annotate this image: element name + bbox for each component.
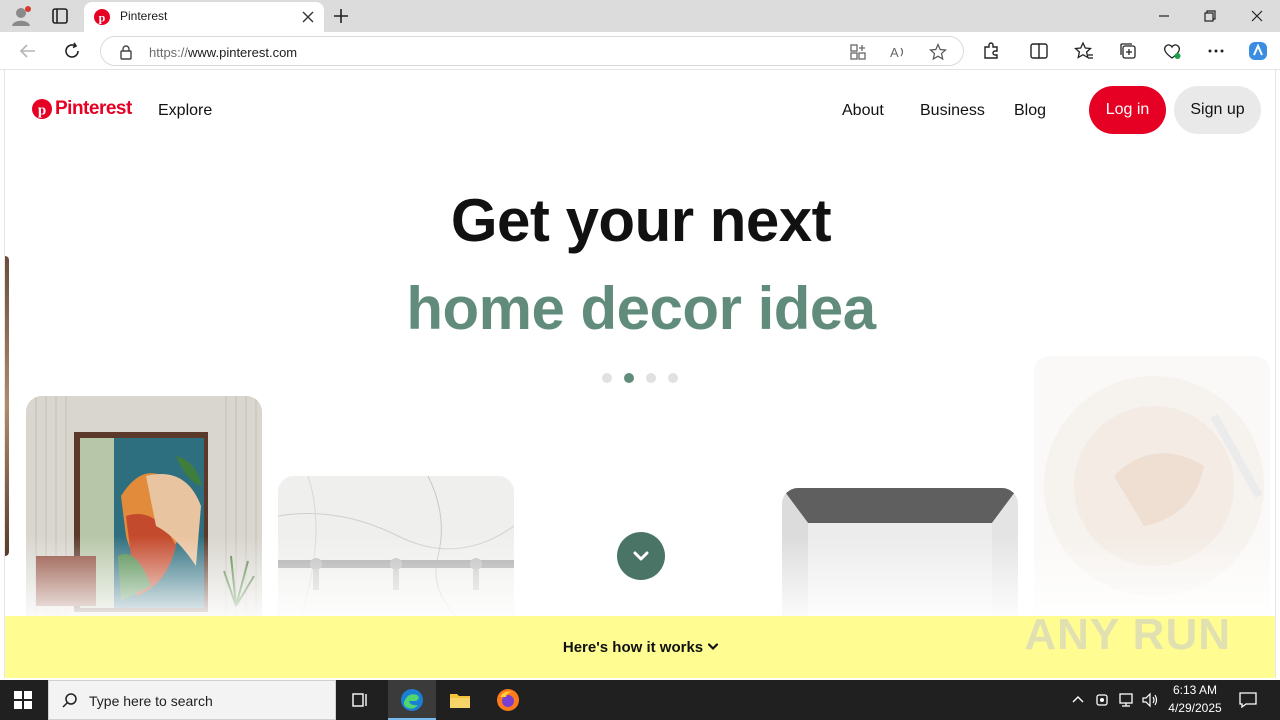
card-fade bbox=[782, 536, 1018, 626]
hero-headline: Get your next bbox=[450, 187, 832, 254]
more-menu-icon[interactable] bbox=[1206, 41, 1226, 61]
tab-actions-icon[interactable] bbox=[50, 7, 70, 25]
search-icon bbox=[62, 693, 77, 708]
notifications-icon[interactable] bbox=[1238, 690, 1258, 710]
extensions-icon[interactable] bbox=[981, 41, 1001, 61]
pin-card-shelf[interactable] bbox=[782, 488, 1018, 626]
network-icon[interactable] bbox=[1118, 691, 1136, 709]
signup-button[interactable]: Sign up bbox=[1174, 86, 1261, 134]
taskbar-edge-active[interactable] bbox=[388, 680, 436, 720]
close-tab-icon[interactable] bbox=[302, 11, 314, 23]
url-text[interactable]: https://www.pinterest.com bbox=[149, 45, 297, 60]
browser-tab-strip: p Pinterest bbox=[0, 0, 1280, 32]
address-bar[interactable]: https://www.pinterest.com A bbox=[100, 36, 964, 66]
edge-pin-image bbox=[5, 256, 9, 556]
firefox-icon[interactable] bbox=[496, 688, 520, 712]
windows-taskbar: Type here to search 6:13 AM 4/29/2025 bbox=[0, 680, 1280, 720]
windows-start-icon[interactable] bbox=[14, 691, 32, 709]
favorites-icon[interactable] bbox=[1074, 41, 1094, 61]
svg-text:p: p bbox=[38, 103, 46, 119]
chevron-down-icon bbox=[708, 643, 719, 651]
refresh-icon[interactable] bbox=[62, 41, 82, 61]
pinterest-logo[interactable]: p Pinterest bbox=[32, 98, 132, 120]
back-icon[interactable] bbox=[18, 41, 38, 61]
nav-business[interactable]: Business bbox=[920, 102, 985, 120]
url-prefix: https:// bbox=[149, 45, 189, 60]
carousel-dot-3[interactable] bbox=[646, 373, 656, 383]
meet-now-icon[interactable] bbox=[1095, 691, 1111, 709]
browser-toolbar: https://www.pinterest.com A bbox=[0, 32, 1280, 70]
carousel-dot-2[interactable] bbox=[624, 373, 634, 383]
svg-text:A: A bbox=[890, 45, 899, 60]
nav-blog[interactable]: Blog bbox=[1014, 102, 1046, 120]
new-tab-icon[interactable] bbox=[332, 7, 350, 25]
profile-icon[interactable] bbox=[10, 5, 32, 27]
minimize-icon[interactable] bbox=[1154, 6, 1174, 26]
anyrun-watermark: ANY RUN bbox=[1024, 610, 1231, 659]
login-button[interactable]: Log in bbox=[1089, 86, 1166, 134]
split-screen-icon[interactable] bbox=[1029, 41, 1049, 61]
taskbar-search[interactable]: Type here to search bbox=[48, 680, 336, 720]
app-available-icon[interactable] bbox=[849, 43, 867, 61]
card-fade bbox=[26, 536, 262, 626]
restore-icon[interactable] bbox=[1200, 6, 1220, 26]
browser-essentials-icon[interactable] bbox=[1162, 41, 1182, 61]
pin-card-art-wall[interactable] bbox=[26, 396, 262, 626]
scroll-down-button[interactable] bbox=[617, 532, 665, 580]
carousel-dot-4[interactable] bbox=[668, 373, 678, 383]
collections-icon[interactable] bbox=[1118, 41, 1138, 61]
volume-icon[interactable] bbox=[1141, 691, 1159, 709]
logo-text: Pinterest bbox=[55, 98, 132, 119]
read-aloud-icon[interactable]: A bbox=[889, 43, 907, 61]
clock-date[interactable]: 4/29/2025 bbox=[1160, 701, 1230, 715]
pinterest-logo-icon: p bbox=[32, 99, 52, 119]
close-window-icon[interactable] bbox=[1247, 6, 1267, 26]
svg-text:p: p bbox=[99, 11, 106, 25]
nav-about[interactable]: About bbox=[842, 102, 884, 120]
url-host: www.pinterest.com bbox=[188, 45, 298, 60]
copilot-icon[interactable] bbox=[1247, 40, 1269, 62]
clock-time[interactable]: 6:13 AM bbox=[1160, 683, 1230, 697]
page-viewport: p Pinterest Explore About Business Blog … bbox=[4, 70, 1276, 678]
lock-icon[interactable] bbox=[119, 44, 133, 60]
how-it-works-label: Here's how it works bbox=[562, 638, 704, 656]
edge-browser-icon bbox=[401, 689, 423, 711]
favorite-star-icon[interactable] bbox=[929, 43, 947, 61]
chevron-down-icon bbox=[633, 551, 649, 561]
carousel-dot-1[interactable] bbox=[602, 373, 612, 383]
pinterest-favicon-icon: p bbox=[94, 9, 110, 25]
nav-explore[interactable]: Explore bbox=[158, 102, 212, 120]
search-placeholder: Type here to search bbox=[89, 693, 213, 709]
tab-pinterest[interactable]: p Pinterest bbox=[84, 2, 324, 32]
carousel-dots bbox=[602, 373, 678, 383]
hero-subline: home decor idea bbox=[406, 275, 876, 342]
chevron-up-icon[interactable] bbox=[1071, 693, 1085, 707]
pin-card-marble[interactable] bbox=[278, 476, 514, 626]
card-fade bbox=[278, 536, 514, 626]
task-view-icon[interactable] bbox=[350, 690, 370, 710]
tab-title: Pinterest bbox=[120, 9, 168, 23]
file-explorer-icon[interactable] bbox=[448, 688, 472, 712]
pin-card-food[interactable] bbox=[1034, 356, 1270, 626]
